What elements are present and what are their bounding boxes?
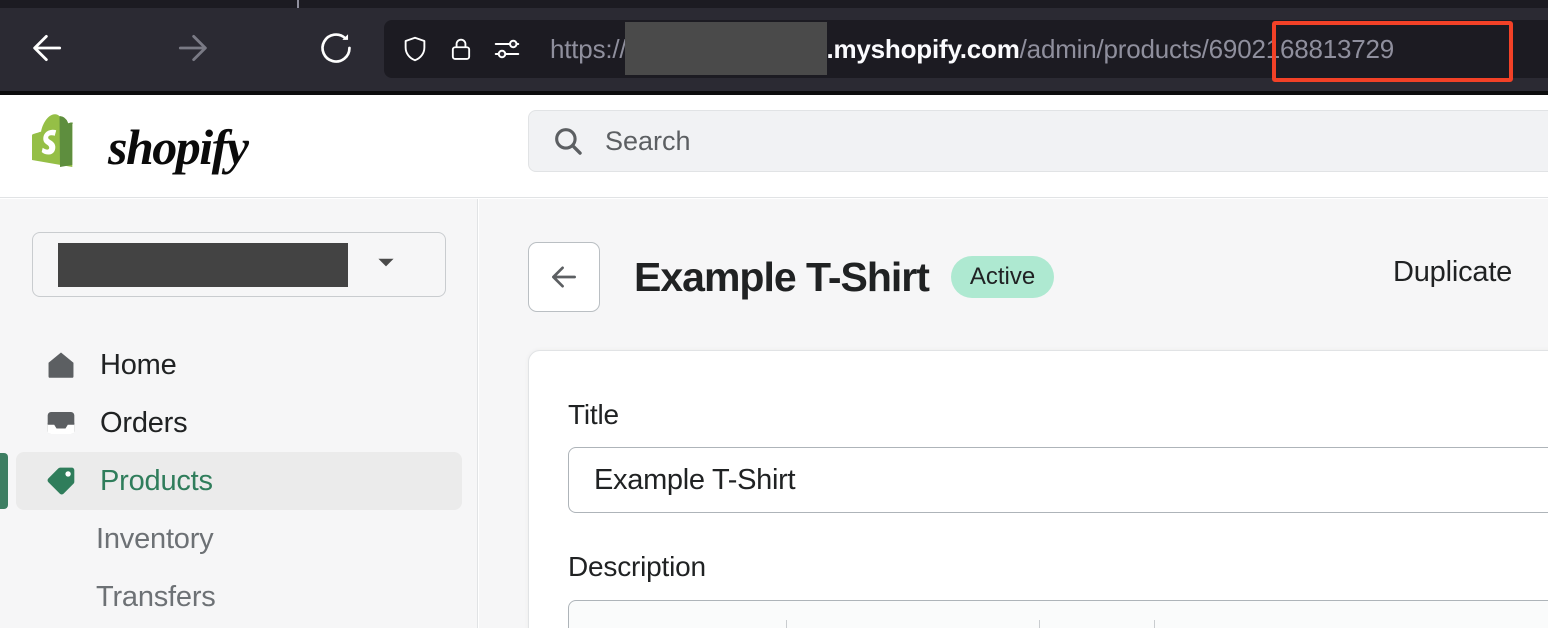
underline-button[interactable]: U [893, 619, 939, 628]
home-icon [43, 348, 79, 382]
url-path: /admin/products [1020, 34, 1202, 65]
store-name-redaction [58, 243, 348, 287]
description-field-label: Description [568, 551, 706, 583]
sliders-icon[interactable] [492, 34, 522, 64]
search-icon [551, 124, 585, 158]
sidebar-item-transfers[interactable]: Transfers [16, 568, 462, 626]
chevron-down-icon [373, 249, 399, 280]
sidebar-subitem-label: Transfers [96, 581, 216, 614]
shield-icon[interactable] [400, 34, 430, 64]
search-input[interactable]: Search [605, 126, 691, 157]
back-to-products-button[interactable] [528, 242, 600, 312]
duplicate-button[interactable]: Duplicate [1393, 256, 1512, 289]
shopify-logo[interactable]: shopify [32, 113, 248, 181]
paragraph-style-dropdown[interactable]: Paragraph [587, 619, 772, 628]
editor-toolbar: Paragraph B I U A [569, 619, 1548, 628]
url-store-redaction [625, 22, 827, 75]
sidebar-subitem-label: Inventory [96, 523, 214, 556]
bold-button[interactable]: B [801, 619, 847, 628]
url-separator: / [1202, 34, 1209, 65]
shopify-bag-icon [32, 113, 94, 181]
sidebar-item-label: Home [100, 349, 177, 382]
sidebar: Home Orders Products Inventory Transfers [0, 199, 478, 628]
sidebar-item-label: Products [100, 465, 213, 498]
url-scheme: https:// [550, 34, 626, 65]
title-input-value: Example T-Shirt [594, 464, 795, 497]
page-title: Example T-Shirt [634, 254, 929, 301]
arrow-left-icon [28, 28, 68, 68]
url-domain: .myshopify.com [826, 34, 1019, 65]
text-color-label: A [947, 624, 966, 628]
status-badge: Active [951, 256, 1054, 298]
sidebar-item-label: Orders [100, 407, 187, 440]
browser-reload-button[interactable] [310, 22, 362, 74]
description-rich-text-editor[interactable]: Paragraph B I U A [568, 600, 1548, 628]
browser-back-button[interactable] [22, 22, 74, 74]
list-dropdown[interactable] [1054, 619, 1140, 628]
toolbar-divider [1154, 620, 1155, 628]
browser-chrome: https:// .myshopify.com/admin/products/69… [0, 0, 1548, 95]
active-nav-accent-bar [0, 453, 8, 509]
toolbar-divider [786, 620, 787, 628]
reload-icon [317, 29, 355, 67]
url-product-id: 6902168813729 [1209, 34, 1394, 65]
main-content: Example T-Shirt Active Duplicate Title E… [479, 199, 1548, 628]
shopify-topbar: shopify Search [0, 95, 1548, 198]
store-switcher-dropdown[interactable] [32, 232, 446, 297]
italic-button[interactable]: I [847, 619, 893, 628]
sidebar-item-home[interactable]: Home [16, 336, 462, 394]
orders-inbox-icon [43, 406, 79, 440]
title-input[interactable]: Example T-Shirt [568, 447, 1548, 513]
arrow-right-icon [172, 28, 212, 68]
paragraph-style-label: Paragraph [597, 625, 723, 628]
url-text[interactable]: https:// .myshopify.com/admin/products/69… [550, 20, 1394, 78]
sidebar-item-inventory[interactable]: Inventory [16, 510, 462, 568]
text-color-dropdown[interactable]: A [939, 619, 1025, 628]
browser-tabstrip [0, 0, 1548, 8]
arrow-left-icon [547, 260, 581, 294]
tag-icon [43, 464, 79, 498]
product-details-card: Title Example T-Shirt Description Paragr… [528, 350, 1548, 628]
sidebar-item-orders[interactable]: Orders [16, 394, 462, 452]
browser-address-bar[interactable]: https:// .myshopify.com/admin/products/69… [384, 20, 1548, 78]
sidebar-item-products[interactable]: Products [16, 452, 462, 510]
title-field-label: Title [568, 399, 619, 431]
tab-separator [297, 0, 299, 8]
toolbar-divider [1039, 620, 1040, 628]
browser-forward-button[interactable] [166, 22, 218, 74]
padlock-icon[interactable] [446, 34, 476, 64]
global-search-bar[interactable]: Search [528, 110, 1548, 172]
shopify-wordmark: shopify [108, 118, 248, 176]
